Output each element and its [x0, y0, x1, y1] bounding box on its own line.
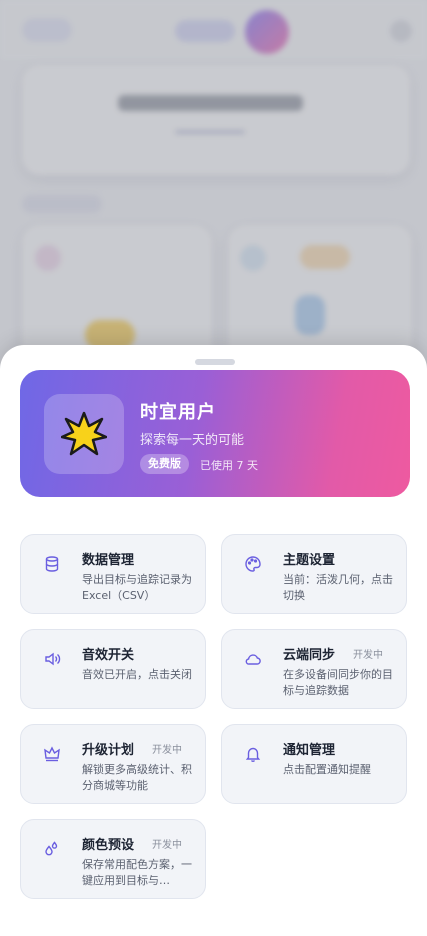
feature-title: 通知管理	[283, 743, 336, 758]
plan-badge: 免费版	[140, 454, 189, 474]
feature-desc: 点击配置通知提醒	[283, 763, 371, 776]
cloud-icon	[245, 654, 261, 665]
profile-card: 时宜用户 探索每一天的可能 免费版 已使用 7 天	[20, 370, 410, 497]
dev-badge: 开发中	[353, 650, 383, 661]
palette-icon	[245, 556, 261, 572]
feature-title: 数据管理	[82, 553, 135, 568]
feature-card-data-management[interactable]: 数据管理 导出目标与追踪记录为 Excel（CSV）	[20, 534, 206, 614]
star-avatar-icon	[61, 411, 107, 456]
feature-card-sound[interactable]: 音效开关 音效已开启，点击关闭	[20, 629, 206, 709]
drag-handle[interactable]	[195, 359, 235, 365]
feature-desc: 保存常用配色方案，一键应用到目标与…	[82, 858, 192, 887]
feature-desc: 音效已开启，点击关闭	[82, 668, 192, 681]
speaker-icon	[45, 652, 61, 666]
dev-badge: 开发中	[152, 840, 182, 851]
profile-name: 时宜用户	[140, 402, 216, 423]
droplets-icon	[45, 841, 58, 856]
crown-icon	[44, 746, 60, 762]
bell-icon	[245, 747, 261, 762]
feature-title: 主题设置	[283, 553, 336, 568]
feature-title: 云端同步	[283, 648, 336, 663]
feature-desc: 在多设备间同步你的目标与追踪数据	[283, 668, 393, 697]
days-used: 已使用 7 天	[200, 459, 258, 472]
feature-card-cloud-sync[interactable]: 云端同步 开发中 在多设备间同步你的目标与追踪数据	[221, 629, 407, 709]
feature-desc: 解锁更多高级统计、积分商城等功能	[82, 763, 192, 792]
avatar[interactable]	[44, 394, 124, 474]
feature-card-color-presets[interactable]: 颜色预设 开发中 保存常用配色方案，一键应用到目标与…	[20, 819, 206, 899]
feature-card-upgrade[interactable]: 升级计划 开发中 解锁更多高级统计、积分商城等功能	[20, 724, 206, 804]
feature-title: 升级计划	[82, 743, 135, 758]
settings-sheet: 时宜用户 探索每一天的可能 免费版 已使用 7 天 数据管理 导出目标与追踪记录…	[0, 345, 427, 936]
feature-card-theme[interactable]: 主题设置 当前：活泼几何，点击切换	[221, 534, 407, 614]
database-icon	[45, 556, 59, 572]
feature-card-notifications[interactable]: 通知管理 点击配置通知提醒	[221, 724, 407, 804]
feature-title: 颜色预设	[82, 838, 135, 853]
profile-tagline: 探索每一天的可能	[140, 433, 245, 448]
feature-desc: 导出目标与追踪记录为 Excel（CSV）	[82, 573, 192, 602]
feature-title: 音效开关	[82, 648, 135, 663]
dev-badge: 开发中	[152, 745, 182, 756]
feature-desc: 当前：活泼几何，点击切换	[283, 573, 393, 602]
